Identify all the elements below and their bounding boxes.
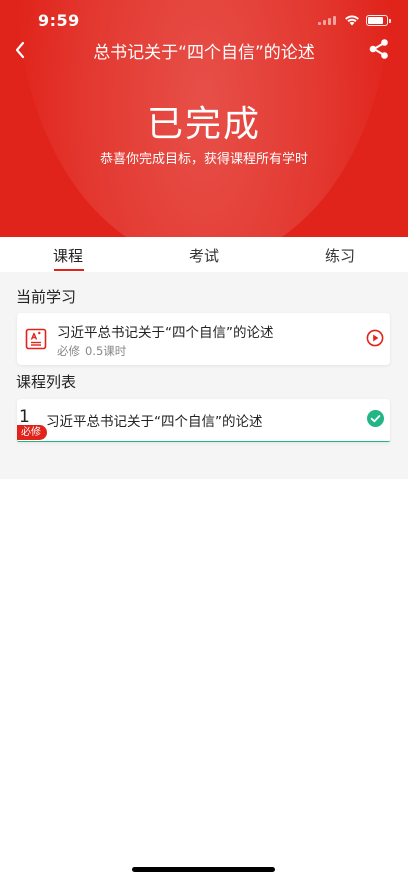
play-circle-icon[interactable] <box>366 329 384 347</box>
status-icons <box>318 14 391 26</box>
header-banner: 9:59 总书记关于“四个自信”的论述 已完成 恭喜你完成目标，获得课程所有学时 <box>0 0 408 237</box>
share-icon <box>369 39 388 59</box>
list-item-index: 1 <box>19 407 30 427</box>
tab-course[interactable]: 课程 <box>53 245 83 266</box>
share-button[interactable] <box>368 38 390 60</box>
completion-status: 已完成 <box>146 104 261 145</box>
tab-practice[interactable]: 练习 <box>325 245 355 266</box>
document-icon <box>25 328 47 350</box>
list-item[interactable]: 1 习近平总书记关于“四个自信”的论述 必修 <box>17 399 390 442</box>
current-course-card[interactable]: 习近平总书记关于“四个自信”的论述 必修 0.5课时 <box>17 313 390 365</box>
course-list-heading: 课程列表 <box>16 373 77 391</box>
page-title: 总书记关于“四个自信”的论述 <box>93 43 315 63</box>
required-badge: 必修 <box>17 425 47 440</box>
current-course-title: 习近平总书记关于“四个自信”的论述 <box>57 325 274 341</box>
current-course-hours: 0.5课时 <box>85 344 127 358</box>
active-tab-indicator <box>54 269 84 271</box>
back-button[interactable] <box>6 36 34 64</box>
check-circle-icon <box>367 410 384 427</box>
completion-message: 恭喜你完成目标，获得课程所有学时 <box>99 152 308 167</box>
list-item-title: 习近平总书记关于“四个自信”的论述 <box>46 414 263 430</box>
status-time: 9:59 <box>38 11 80 30</box>
tab-exam[interactable]: 考试 <box>189 245 219 266</box>
tab-bar: 课程 考试 练习 <box>0 237 408 272</box>
home-indicator[interactable] <box>132 867 275 872</box>
wifi-icon <box>345 15 359 26</box>
chevron-left-icon <box>15 41 25 59</box>
cellular-signal-icon <box>318 15 336 25</box>
current-course-tag: 必修 <box>57 344 80 358</box>
current-study-heading: 当前学习 <box>16 288 77 306</box>
battery-icon <box>366 14 391 26</box>
course-content: 当前学习 习近平总书记关于“四个自信”的论述 必修 0.5课时 课程列表 1 习… <box>0 272 408 479</box>
